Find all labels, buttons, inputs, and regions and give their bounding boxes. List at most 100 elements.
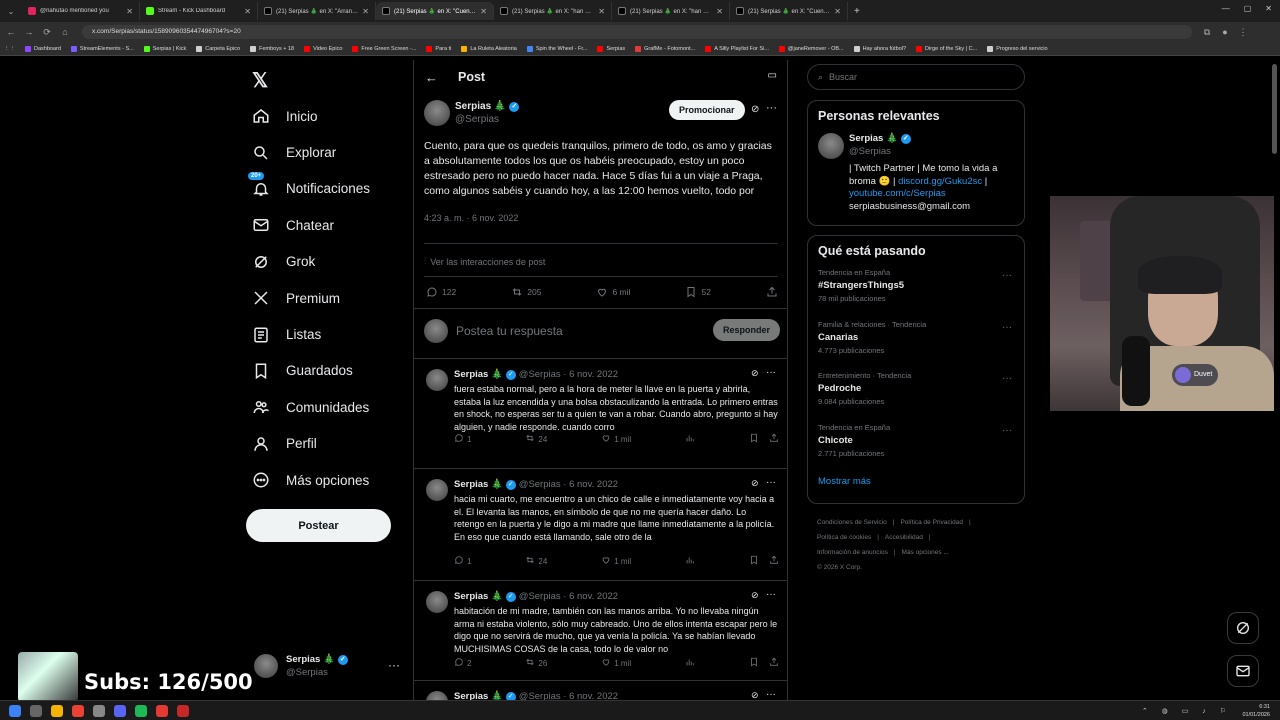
- close-tab-icon[interactable]: ✕: [362, 7, 369, 16]
- bookmark-item[interactable]: Serpias: [597, 45, 625, 52]
- more-icon[interactable]: ···: [766, 367, 776, 378]
- repost-action[interactable]: 24: [525, 555, 547, 567]
- share-icon[interactable]: [769, 657, 779, 669]
- trend-item[interactable]: Tendencia en España Chicote 2.771 publicac…: [808, 423, 1024, 475]
- like-action[interactable]: 1 mil: [601, 555, 631, 567]
- bookmark-item[interactable]: Progreso del servicio: [987, 45, 1048, 52]
- close-tab-icon[interactable]: ✕: [480, 7, 487, 16]
- avatar[interactable]: [426, 369, 448, 391]
- grok-icon[interactable]: ⊘: [751, 368, 759, 379]
- thread-reply[interactable]: Serpias 🎄 ✓ @Serpias · 6 nov. 2022 ⊘ ··· habi…: [414, 580, 787, 680]
- show-more-link[interactable]: Mostrar más: [808, 476, 1024, 487]
- system-tray[interactable]: ⌃ ◍ ▭ ♪ ⚐: [1142, 707, 1232, 715]
- grok-icon[interactable]: ⊘: [751, 590, 759, 601]
- youtube-link[interactable]: youtube.com/c/Serpias: [849, 188, 946, 199]
- repost-action[interactable]: 205: [511, 286, 541, 298]
- maximize-icon[interactable]: ▢: [1244, 4, 1252, 13]
- more-icon[interactable]: ···: [1002, 425, 1012, 436]
- sidebar-item-perfil[interactable]: Perfil: [250, 426, 370, 462]
- trend-item[interactable]: Tendencia en España #StrangersThings5 78 m…: [808, 268, 1024, 320]
- reply-author[interactable]: Serpias 🎄: [454, 369, 503, 380]
- bookmark-item[interactable]: Spin the Wheel - Fr...: [526, 45, 587, 52]
- share-icon[interactable]: [769, 555, 779, 567]
- reply-author[interactable]: Serpias 🎄: [454, 591, 503, 602]
- view-interactions-link[interactable]: ⫶ Ver las interacciones de post: [424, 256, 545, 267]
- repost-action[interactable]: 24: [525, 433, 547, 445]
- discord-link[interactable]: discord.gg/Guku2sc: [898, 176, 982, 187]
- scrollbar[interactable]: [1272, 64, 1277, 154]
- more-icon[interactable]: ···: [766, 477, 776, 488]
- avatar[interactable]: [818, 133, 844, 159]
- sidebar-item-inicio[interactable]: Inicio: [250, 98, 370, 134]
- reply-meta[interactable]: @Serpias · 6 nov. 2022: [519, 479, 618, 490]
- sidebar-item-comunidades[interactable]: Comunidades: [250, 389, 370, 425]
- more-icon[interactable]: ···: [766, 589, 776, 600]
- sidebar-item-chatear[interactable]: Chatear: [250, 207, 370, 243]
- footer-link[interactable]: Información de anuncios: [817, 549, 888, 556]
- relevant-name[interactable]: Serpias 🎄: [849, 133, 898, 144]
- sidebar-item-más-opciones[interactable]: Más opciones: [250, 462, 370, 498]
- trend-item[interactable]: Entretenimiento · Tendencia Pedroche 9.084…: [808, 371, 1024, 423]
- share-action[interactable]: [766, 286, 778, 298]
- post-timestamp[interactable]: 4:23 a. m. · 6 nov. 2022: [424, 213, 780, 223]
- close-tab-icon[interactable]: ✕: [598, 7, 605, 16]
- back-arrow-icon[interactable]: ←: [425, 70, 438, 85]
- chrome-icon[interactable]: [72, 704, 84, 717]
- close-tab-icon[interactable]: ✕: [244, 7, 251, 16]
- apps-icon[interactable]: ⋮⋮: [4, 46, 15, 52]
- footer-link[interactable]: Política de Privacidad: [900, 519, 963, 526]
- avatar[interactable]: [426, 691, 448, 700]
- grok-icon[interactable]: ⊘: [751, 478, 759, 489]
- obs-icon[interactable]: [177, 704, 189, 717]
- bookmark-item[interactable]: Para ti: [426, 45, 451, 52]
- more-icon[interactable]: ···: [766, 689, 776, 700]
- reply-meta[interactable]: @Serpias · 6 nov. 2022: [519, 369, 618, 380]
- start-icon[interactable]: [9, 704, 21, 717]
- close-tab-icon[interactable]: ✕: [716, 7, 723, 16]
- browser-tab[interactable]: @nahutao mentioned you ✕: [22, 2, 140, 20]
- x-logo-icon[interactable]: 𝕏: [252, 68, 268, 93]
- reply-author[interactable]: Serpias 🎄: [454, 479, 503, 490]
- browser-tab[interactable]: (21) Serpias 🎄 en X: "han ent... ✕: [612, 2, 730, 20]
- sidebar-item-premium[interactable]: Premium: [250, 280, 370, 316]
- browser-tab[interactable]: Stream - Kick Dashboard ✕: [140, 2, 258, 20]
- grok-icon[interactable]: ⊘: [751, 104, 759, 115]
- browser-tab[interactable]: (21) Serpias 🎄 en X: "han entr... ✕: [494, 2, 612, 20]
- reply-action[interactable]: 2: [454, 657, 471, 669]
- thread-reply[interactable]: Serpias 🎄 ✓ @Serpias · 6 nov. 2022 ⊘ ··· fuer…: [414, 358, 787, 468]
- sidebar-item-explorar[interactable]: Explorar: [250, 134, 370, 170]
- more-icon[interactable]: ···: [766, 102, 777, 114]
- thread-reply[interactable]: Serpias 🎄✓@Serpias · 6 nov. 2022⊘···lo t…: [414, 680, 787, 700]
- avatar[interactable]: [426, 591, 448, 613]
- bookmark-icon[interactable]: [749, 657, 759, 669]
- reader-mode-icon[interactable]: ▭: [768, 70, 777, 81]
- grok-icon[interactable]: ⊘: [751, 690, 759, 700]
- share-icon[interactable]: [769, 433, 779, 445]
- browser-tab[interactable]: (21) Serpias 🎄 en X: "Cuento... ✕: [376, 2, 494, 20]
- app-icon[interactable]: [156, 704, 168, 717]
- relevant-profile[interactable]: Serpias 🎄 ✓ @Serpias | Twitch Partner | M…: [808, 133, 1024, 213]
- bookmark-item[interactable]: GrafMe - Fotomont...: [635, 45, 695, 52]
- sidebar-item-listas[interactable]: Listas: [250, 316, 370, 352]
- more-icon[interactable]: ···: [1002, 373, 1012, 384]
- account-switcher[interactable]: Serpias 🎄 ✓ @Serpias ···: [254, 654, 400, 678]
- home-nav-icon[interactable]: ⌂: [58, 27, 72, 37]
- reply-meta[interactable]: @Serpias · 6 nov. 2022: [519, 691, 618, 700]
- bookmark-item[interactable]: Video Epico: [304, 45, 342, 52]
- sidebar-item-grok[interactable]: Grok: [250, 244, 370, 280]
- reply-meta[interactable]: @Serpias · 6 nov. 2022: [519, 591, 618, 602]
- views-action[interactable]: [685, 433, 695, 445]
- bookmark-item[interactable]: Carpeta Epico: [196, 45, 240, 52]
- more-icon[interactable]: ···: [1002, 270, 1012, 281]
- clock[interactable]: 6:31 01/01/2026: [1242, 703, 1270, 719]
- profile-icon[interactable]: ●: [1218, 27, 1232, 37]
- relevant-handle[interactable]: @Serpias: [849, 146, 1014, 157]
- browser-menu-icon[interactable]: ⋮: [1236, 27, 1250, 38]
- close-tab-icon[interactable]: ✕: [834, 7, 841, 16]
- footer-link[interactable]: Más opciones ...: [902, 549, 949, 556]
- sidebar-item-notificaciones[interactable]: 20+ Notificaciones: [248, 171, 370, 207]
- footer-link[interactable]: © 2026 X Corp.: [817, 564, 862, 571]
- grok-fab[interactable]: [1227, 612, 1259, 644]
- author-handle[interactable]: @Serpias: [455, 114, 519, 125]
- like-action[interactable]: 1 mil: [601, 433, 631, 445]
